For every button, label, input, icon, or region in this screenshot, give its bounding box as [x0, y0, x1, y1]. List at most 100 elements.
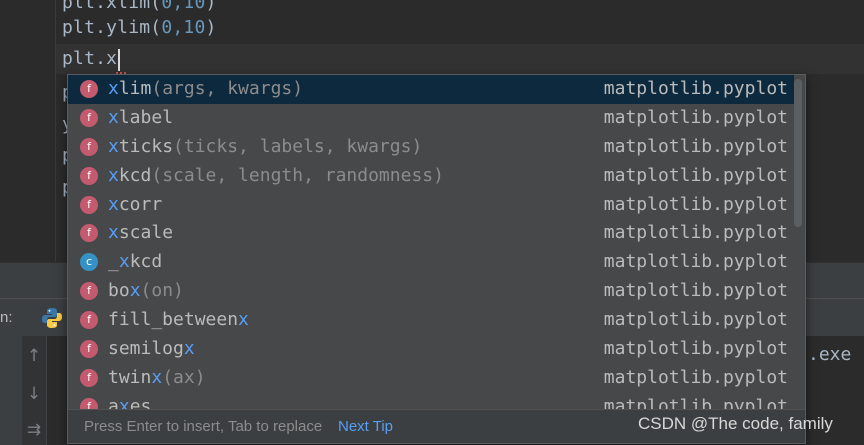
completion-name-match: x — [118, 395, 130, 409]
code-text: plt.xlim( — [62, 0, 162, 13]
code-line-current[interactable]: plt.x — [62, 48, 117, 69]
completion-module: matplotlib.pyplot — [603, 222, 788, 244]
completion-item[interactable]: f xticks(ticks, labels, kwargs) matplotlib… — [68, 133, 794, 162]
completion-module: matplotlib.pyplot — [603, 366, 788, 388]
completion-name: _xkcd — [108, 251, 162, 272]
completion-module: matplotlib.pyplot — [603, 78, 788, 99]
python-icon[interactable] — [41, 307, 63, 329]
completion-hint: Press Enter to insert, Tab to replace — [84, 418, 323, 435]
completion-item[interactable]: f xscale matplotlib.pyplot — [68, 219, 794, 248]
completion-name-rest: ticks — [118, 135, 174, 157]
completion-name-match: x — [108, 78, 119, 99]
completion-item[interactable]: f semilogx matplotlib.pyplot — [68, 335, 794, 364]
function-icon: f — [80, 368, 98, 387]
console-output: .exe — [808, 344, 852, 365]
completion-item[interactable]: f box(on) matplotlib.pyplot — [68, 277, 794, 306]
code-line-xlim[interactable]: plt.xlim(0,10) — [62, 0, 217, 13]
function-icon: f — [80, 80, 98, 98]
next-tip-link[interactable]: Next Tip — [338, 418, 393, 435]
completion-name-match: x — [108, 135, 119, 157]
completion-name-match: x — [118, 251, 130, 273]
completion-name-pre: bo — [108, 280, 130, 302]
completion-module: matplotlib.pyplot — [603, 193, 788, 215]
completion-name: box(on) — [108, 280, 184, 301]
console-side-strip — [0, 336, 22, 445]
completion-name-match: x — [108, 106, 119, 128]
completion-item[interactable]: f twinx(ax) matplotlib.pyplot — [68, 364, 794, 393]
completion-name: twinx(ax) — [108, 367, 206, 388]
function-icon: f — [80, 397, 98, 409]
code-text: ) — [205, 0, 217, 13]
completion-scrollbar[interactable] — [794, 79, 802, 227]
completion-name-match: x — [238, 309, 249, 331]
completion-name-pre: twin — [108, 366, 152, 388]
text-caret — [118, 49, 120, 71]
function-icon: f — [80, 137, 98, 156]
function-icon: f — [80, 195, 98, 214]
current-line-highlight — [56, 44, 864, 74]
code-number: 0,10 — [161, 0, 206, 13]
completion-module: matplotlib.pyplot — [603, 164, 788, 186]
completion-name-match: x — [108, 164, 119, 186]
class-icon: c — [80, 253, 98, 272]
completion-module: matplotlib.pyplot — [603, 309, 788, 331]
completion-name: xcorr — [108, 194, 162, 215]
completion-item[interactable]: f xlim(args, kwargs) matplotlib.pyplot — [68, 75, 794, 104]
function-icon: f — [80, 311, 98, 330]
completion-name: xscale — [108, 222, 173, 243]
completion-module: matplotlib.pyplot — [603, 135, 788, 157]
completion-name-rest: kcd — [129, 251, 163, 273]
completion-module: matplotlib.pyplot — [603, 395, 788, 409]
completion-name-rest: label — [118, 106, 174, 128]
code-text: ) — [205, 17, 217, 38]
completion-item[interactable]: f fill_betweenx matplotlib.pyplot — [68, 306, 794, 335]
completion-name-rest: es — [129, 395, 152, 409]
completion-name: xticks(ticks, labels, kwargs) — [108, 136, 422, 157]
code-line-ylim[interactable]: plt.ylim(0,10) — [62, 17, 217, 38]
function-icon: f — [80, 224, 98, 243]
completion-name-match: x — [151, 366, 163, 388]
completion-module: matplotlib.pyplot — [603, 338, 788, 360]
completion-item[interactable]: c _xkcd matplotlib.pyplot — [68, 248, 794, 277]
completion-name: xkcd(scale, length, randomness) — [108, 165, 444, 186]
completion-item[interactable]: f xkcd(scale, length, randomness) matplotl… — [68, 162, 794, 191]
code-number: 0,10 — [161, 17, 206, 38]
completion-item[interactable]: f axes matplotlib.pyplot — [68, 393, 794, 409]
completion-name-params: (ax) — [162, 366, 206, 388]
watermark: CSDN @The code, family — [638, 414, 833, 433]
function-icon: f — [80, 282, 98, 301]
completion-name: semilogx — [108, 338, 195, 359]
completion-name-match: x — [129, 280, 141, 302]
completion-name-match: x — [108, 193, 119, 215]
completion-name-match: x — [183, 338, 195, 360]
completion-popup[interactable]: f xlim(args, kwargs) matplotlib.pyplot f xla… — [67, 74, 806, 444]
completion-module: matplotlib.pyplot — [603, 251, 788, 273]
completion-list[interactable]: f xlim(args, kwargs) matplotlib.pyplot f xla… — [68, 75, 794, 409]
wrap-icon[interactable]: ⇉ — [22, 420, 46, 440]
gutter-separator — [55, 0, 56, 262]
function-icon: f — [80, 340, 98, 359]
function-icon: f — [80, 108, 98, 127]
completion-name-pre: _ — [108, 251, 119, 273]
completion-name-params: (on) — [140, 280, 184, 302]
completion-item[interactable]: f xlabel matplotlib.pyplot — [68, 104, 794, 133]
arrow-up-icon[interactable]: ↑ — [22, 346, 46, 366]
completion-name: axes — [108, 396, 151, 409]
completion-module: matplotlib.pyplot — [603, 106, 788, 128]
completion-name-pre: fill_between — [108, 309, 239, 331]
code-text: plt.ylim( — [62, 17, 162, 38]
completion-name-rest: kcd — [118, 164, 152, 186]
typed-text: plt.x — [62, 48, 118, 69]
completion-name-params: (scale, length, randomness) — [151, 164, 444, 186]
completion-name: fill_betweenx — [108, 309, 249, 330]
completion-name-params: (ticks, labels, kwargs) — [173, 135, 423, 157]
completion-name-pre: semilog — [108, 338, 184, 360]
function-icon: f — [80, 166, 98, 185]
completion-name-rest: scale — [118, 222, 174, 244]
completion-item[interactable]: f xcorr matplotlib.pyplot — [68, 191, 794, 220]
completion-name-rest: corr — [118, 193, 163, 215]
completion-name: xlabel — [108, 107, 173, 128]
completion-name-pre: a — [108, 395, 119, 409]
completion-name-match: x — [108, 222, 119, 244]
arrow-down-icon[interactable]: ↓ — [22, 384, 46, 404]
